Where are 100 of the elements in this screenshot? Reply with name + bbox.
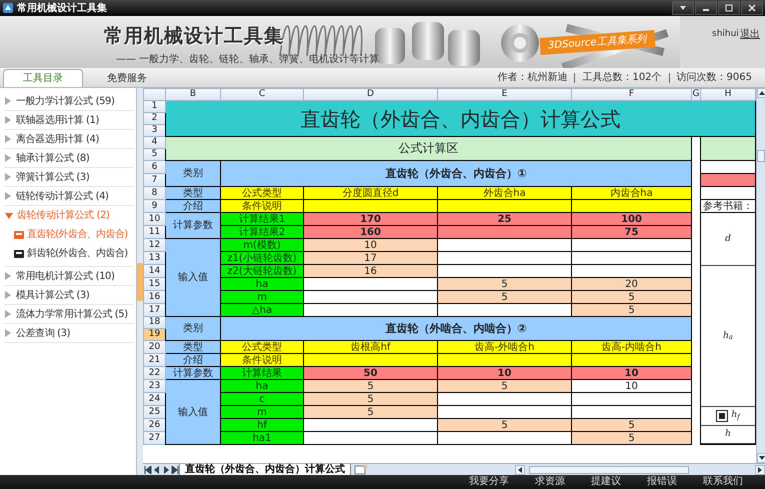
scroll-thumb[interactable]: [529, 466, 689, 474]
row-header[interactable]: 23: [144, 380, 166, 392]
value-cell: 10: [572, 380, 692, 392]
row-label: 输入值: [166, 238, 220, 316]
row-header[interactable]: 3: [144, 124, 166, 136]
close-button[interactable]: [740, 1, 762, 15]
parameter-label: 计算结果2: [220, 226, 304, 238]
row-header[interactable]: 9: [144, 200, 166, 212]
row-header[interactable]: 4: [144, 136, 166, 148]
footer-link[interactable]: 我要分享: [469, 476, 509, 488]
result-value: 75: [572, 226, 692, 238]
sidebar-item[interactable]: 联轴器选用计算 (1): [4, 111, 134, 130]
right-arrow-icon[interactable]: [758, 466, 762, 472]
column-header[interactable]: H: [700, 88, 756, 100]
window-title: 常用机械设计工具集: [17, 2, 107, 16]
row-header[interactable]: 25: [144, 406, 166, 418]
footer-link[interactable]: 联系我们: [703, 476, 743, 488]
scroll-up-button[interactable]: [757, 88, 765, 98]
row-header[interactable]: 20: [144, 340, 166, 354]
column-header[interactable]: B: [166, 88, 220, 100]
row-header[interactable]: 6: [144, 160, 166, 174]
sheet-tab[interactable]: 直齿轮（外齿合、内齿合）计算公式: [179, 464, 351, 476]
scroll-down-button[interactable]: [757, 453, 765, 463]
input-value: 5: [572, 290, 692, 304]
row-label: 类别: [166, 160, 220, 186]
splitter-handle[interactable]: [137, 262, 143, 300]
input-value: 5: [572, 418, 692, 432]
row-header[interactable]: 16: [144, 290, 166, 304]
down-arrow-icon[interactable]: [759, 456, 765, 460]
sidebar-item[interactable]: 离合器选用计算 (4): [4, 130, 134, 149]
up-arrow-icon[interactable]: [759, 91, 765, 95]
row-header[interactable]: 26: [144, 418, 166, 432]
info-text: 工具总数：102个: [574, 72, 669, 82]
vertical-scrollbar[interactable]: [756, 88, 765, 463]
row-header[interactable]: 22: [144, 366, 166, 380]
row-header[interactable]: 5: [144, 148, 166, 160]
tab[interactable]: 工具目录: [3, 69, 83, 87]
row-label: 类型: [166, 186, 220, 200]
footer-link[interactable]: 求资源: [535, 476, 565, 488]
menu-button[interactable]: [672, 1, 694, 15]
sidebar-item[interactable]: 流体力学常用计算公式 (5): [4, 305, 134, 324]
parameter-label: 计算结果: [220, 366, 304, 380]
scroll-right-button[interactable]: [755, 464, 765, 474]
row-header[interactable]: 8: [144, 186, 166, 200]
sidebar-item[interactable]: 常用电机计算公式 (10): [4, 267, 134, 286]
minimize-button[interactable]: [694, 1, 716, 15]
maximize-icon[interactable]: [724, 3, 734, 13]
row-header[interactable]: 14: [144, 264, 166, 278]
column-header[interactable]: E: [438, 88, 572, 100]
row-header[interactable]: 2: [144, 112, 166, 124]
row-header[interactable]: 12: [144, 238, 166, 252]
parameter-label: m(模数): [220, 238, 304, 252]
add-sheet-icon[interactable]: [354, 464, 368, 474]
column-label: 公式类型: [220, 186, 304, 200]
tab[interactable]: 免费服务: [87, 69, 167, 87]
column-header[interactable]: F: [572, 88, 692, 100]
scroll-left-button[interactable]: [515, 464, 525, 474]
row-header[interactable]: 13: [144, 252, 166, 264]
resize-handle-icon[interactable]: [716, 410, 728, 422]
logout-link[interactable]: 退出: [740, 27, 760, 42]
result-value: 100: [572, 212, 692, 226]
close-icon[interactable]: [746, 3, 756, 13]
footer-link[interactable]: 报错误: [647, 476, 677, 488]
reference-label: 参考书籍：: [700, 200, 756, 212]
sidebar-item[interactable]: 模具计算公式 (3): [4, 286, 134, 305]
row-header[interactable]: 15: [144, 278, 166, 290]
section-title: 直齿轮（外齿合、内齿合）①: [220, 160, 692, 186]
footer-link[interactable]: 提建议: [591, 476, 621, 488]
row-header[interactable]: 7: [144, 174, 166, 186]
row-header[interactable]: 11: [144, 226, 166, 238]
row-header[interactable]: 10: [144, 212, 166, 226]
parameter-label: m: [220, 406, 304, 418]
column-header[interactable]: C: [220, 88, 304, 100]
row-header[interactable]: 27: [144, 432, 166, 444]
input-value: 5: [438, 418, 572, 432]
result-value: 160: [304, 226, 438, 238]
maximize-button[interactable]: [718, 1, 740, 15]
parameter-label: 计算结果1: [220, 212, 304, 226]
diagram-label: d: [725, 234, 731, 245]
sidebar-item[interactable]: 弹簧计算公式 (3): [4, 168, 134, 187]
document-icon: [14, 230, 24, 238]
result-value: 25: [438, 212, 572, 226]
left-arrow-icon[interactable]: [518, 466, 522, 472]
row-header[interactable]: 19: [144, 328, 166, 340]
sidebar-item[interactable]: 一般力学计算公式 (59): [4, 92, 134, 111]
input-value: 5: [438, 380, 572, 392]
row-header[interactable]: 24: [144, 392, 166, 406]
scroll-thumb[interactable]: [757, 150, 765, 162]
sidebar-subitem[interactable]: 斜齿轮(外齿合、内齿合): [14, 244, 133, 263]
sidebar-item[interactable]: 链轮传动计算公式 (4): [4, 187, 134, 206]
horizontal-scrollbar[interactable]: [515, 464, 765, 474]
row-header[interactable]: 18: [144, 316, 166, 328]
row-header[interactable]: 1: [144, 100, 166, 112]
column-header[interactable]: D: [304, 88, 438, 100]
row-header[interactable]: 21: [144, 354, 166, 366]
diagram-label: h: [725, 428, 731, 440]
input-value: 17: [304, 252, 438, 264]
sidebar-item[interactable]: 公差查询 (3): [4, 324, 134, 343]
sidebar-item[interactable]: 轴承计算公式 (8): [4, 149, 134, 168]
row-header[interactable]: 17: [144, 304, 166, 316]
